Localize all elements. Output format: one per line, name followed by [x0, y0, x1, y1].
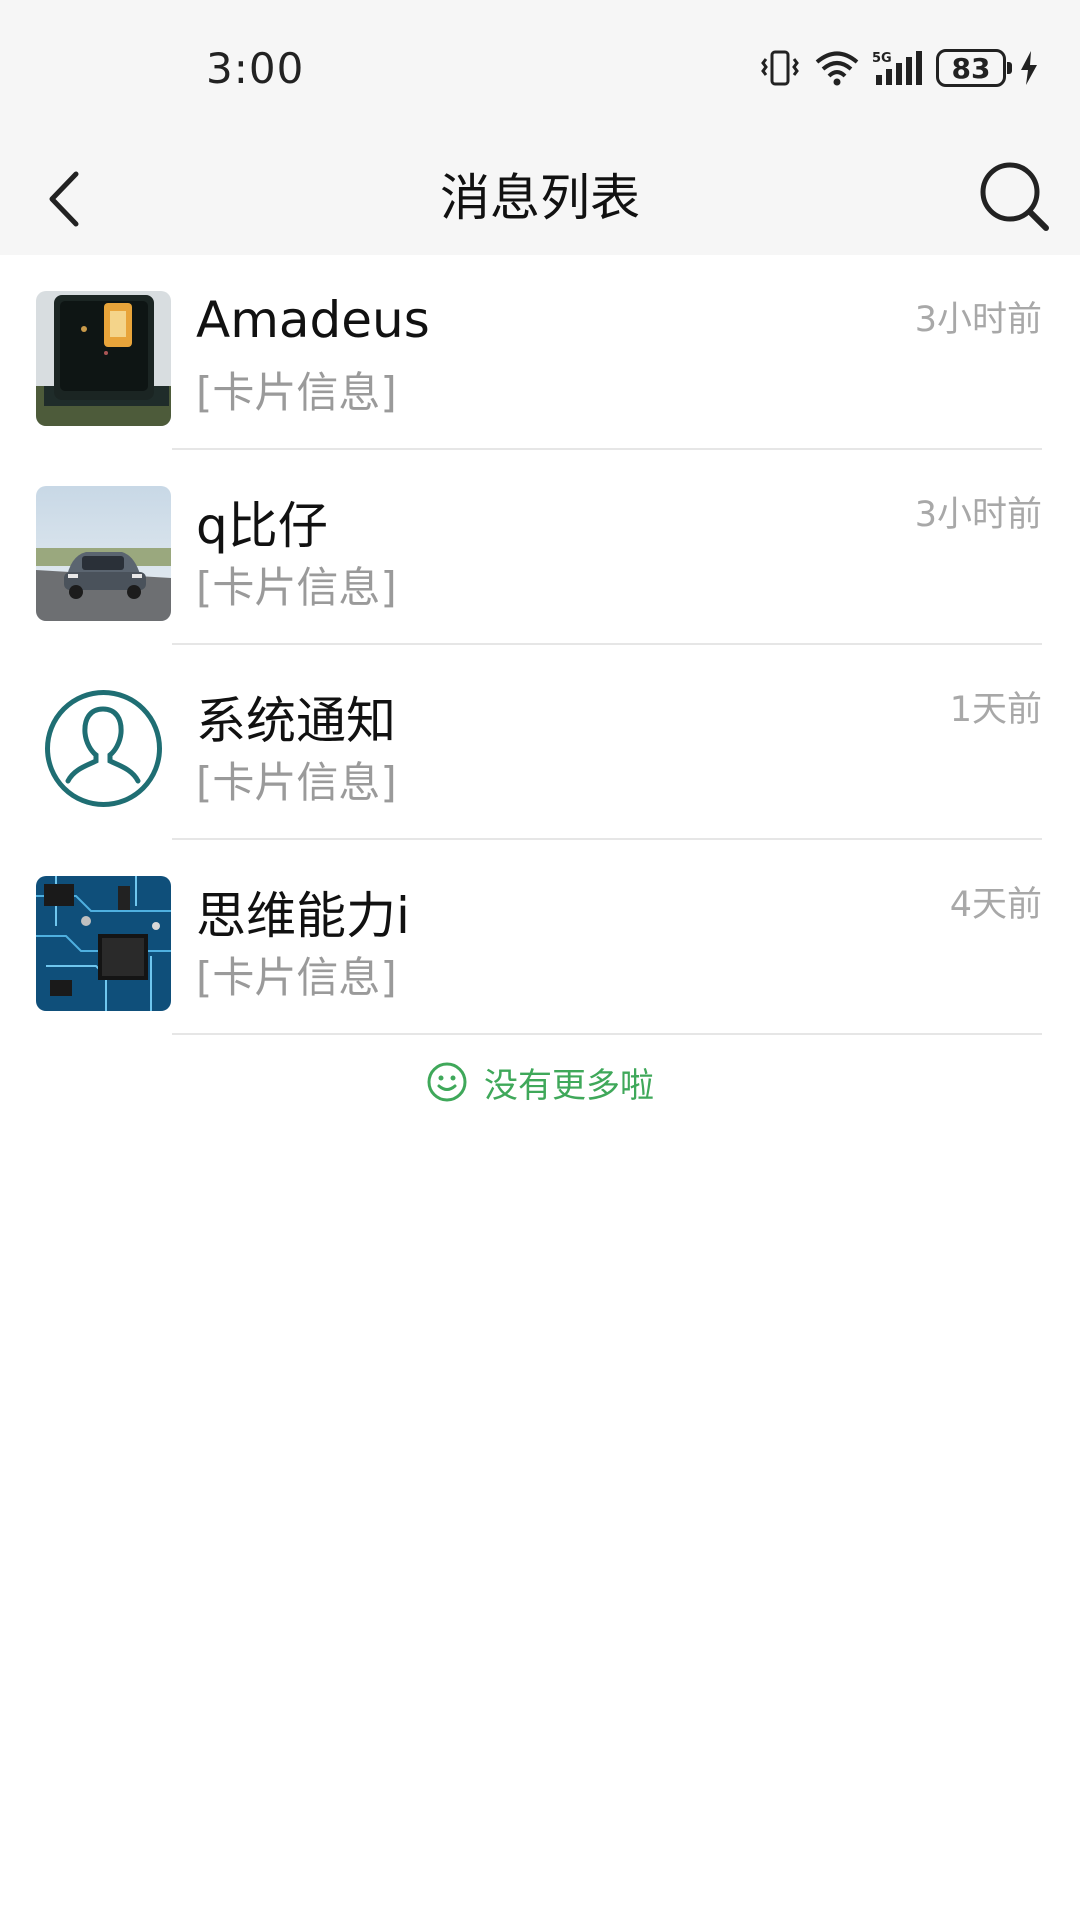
message-row-qbizai[interactable]: q比仔 [卡片信息] 3小时前: [0, 450, 1080, 645]
message-row-system[interactable]: 系统通知 [卡片信息] 1天前: [0, 645, 1080, 840]
avatar: [36, 876, 171, 1011]
divider: [172, 1033, 1042, 1035]
contact-name: 系统通知: [196, 692, 396, 750]
car-photo-icon: [36, 486, 171, 621]
wifi-icon: [815, 51, 859, 86]
message-preview: [卡片信息]: [196, 563, 397, 612]
svg-text:5G: 5G: [872, 51, 892, 66]
status-bar: 3:00 5G 83: [0, 0, 1080, 140]
message-time: 3小时前: [914, 300, 1042, 340]
charging-icon: [1021, 51, 1037, 85]
message-preview: [卡片信息]: [196, 368, 397, 417]
message-time: 4天前: [949, 885, 1042, 925]
message-list: Amadeus [卡片信息] 3小时前 q比仔 [卡片信息] 3小时前 系统通知…: [0, 255, 1080, 1035]
contact-name: 思维能力i: [196, 887, 410, 945]
vibrate-icon: [761, 50, 799, 86]
phone-photo-icon: [36, 291, 171, 426]
battery-level: 83: [951, 51, 991, 85]
message-preview: [卡片信息]: [196, 758, 397, 807]
nav-bar: 消息列表: [0, 140, 1080, 255]
circuit-board-photo-icon: [36, 876, 171, 1011]
contact-name: q比仔: [196, 497, 328, 555]
avatar: [36, 291, 171, 426]
avatar: [36, 681, 171, 816]
battery-icon: 83: [936, 49, 1012, 87]
no-more-text: 没有更多啦: [484, 1065, 654, 1106]
avatar: [36, 486, 171, 621]
signal-5g-icon: 5G: [872, 51, 922, 85]
message-time: 3小时前: [914, 495, 1042, 535]
page-title: 消息列表: [440, 169, 640, 227]
status-time: 3:00: [206, 44, 305, 93]
status-icons: 5G 83: [758, 44, 1040, 92]
message-time: 1天前: [949, 690, 1042, 730]
message-row-amadeus[interactable]: Amadeus [卡片信息] 3小时前: [0, 255, 1080, 450]
default-user-icon: [45, 690, 162, 807]
message-preview: [卡片信息]: [196, 953, 397, 1002]
search-icon[interactable]: [974, 156, 1054, 236]
no-more-footer: 没有更多啦: [0, 1058, 1080, 1106]
message-row-thinking[interactable]: 思维能力i [卡片信息] 4天前: [0, 840, 1080, 1035]
smiley-icon: [427, 1062, 467, 1102]
contact-name: Amadeus: [196, 291, 430, 349]
